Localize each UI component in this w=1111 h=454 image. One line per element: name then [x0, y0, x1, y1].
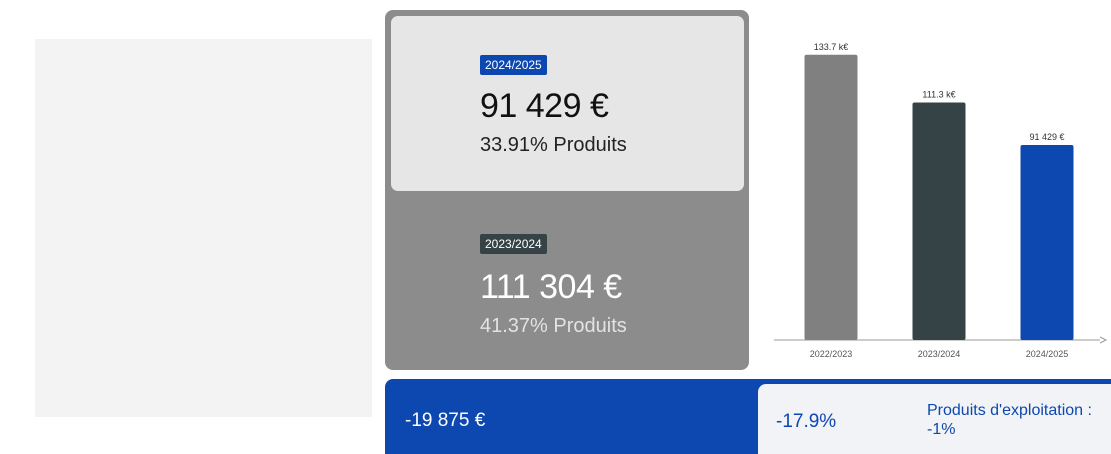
year-badge-current: 2024/2025 [480, 55, 547, 75]
share-current: 33.91% Produits [480, 134, 627, 156]
bar-2023/2024[interactable] [912, 102, 966, 340]
x-tick-label: 2024/2025 [1026, 349, 1069, 359]
amount-current: 91 429 € [480, 87, 609, 125]
delta-percent: -17.9% [776, 411, 837, 432]
year-badge-previous: 2023/2024 [480, 234, 547, 254]
delta-note: Produits d'exploitation : -1% [927, 402, 1092, 438]
x-axis-arrow-icon [1099, 336, 1108, 344]
bar-chart: 133.7 k€ 2022/2023 111.3 k€ 2023/2024 91 429… [770, 20, 1111, 365]
empty-visual-panel [35, 39, 372, 417]
bar-2022/2023[interactable] [804, 54, 858, 340]
bar-data-label: 133.7 k€ [814, 42, 849, 52]
x-tick-label: 2022/2023 [810, 349, 853, 359]
delta-amount: -19 875 € [405, 410, 486, 431]
bar-data-label: 111.3 k€ [922, 90, 955, 100]
bar-chart-svg: 133.7 k€ 2022/2023 111.3 k€ 2023/2024 91 429… [774, 42, 1108, 359]
report-page: 2024/2025 91 429 € 33.91% Produits 2023/… [0, 0, 1111, 454]
amount-previous: 111 304 € [480, 268, 622, 306]
share-previous: 41.37% Produits [480, 315, 627, 337]
bar-data-label: 91 429 € [1029, 132, 1064, 142]
x-tick-label: 2023/2024 [918, 349, 961, 359]
bar-2024/2025[interactable] [1020, 144, 1074, 340]
